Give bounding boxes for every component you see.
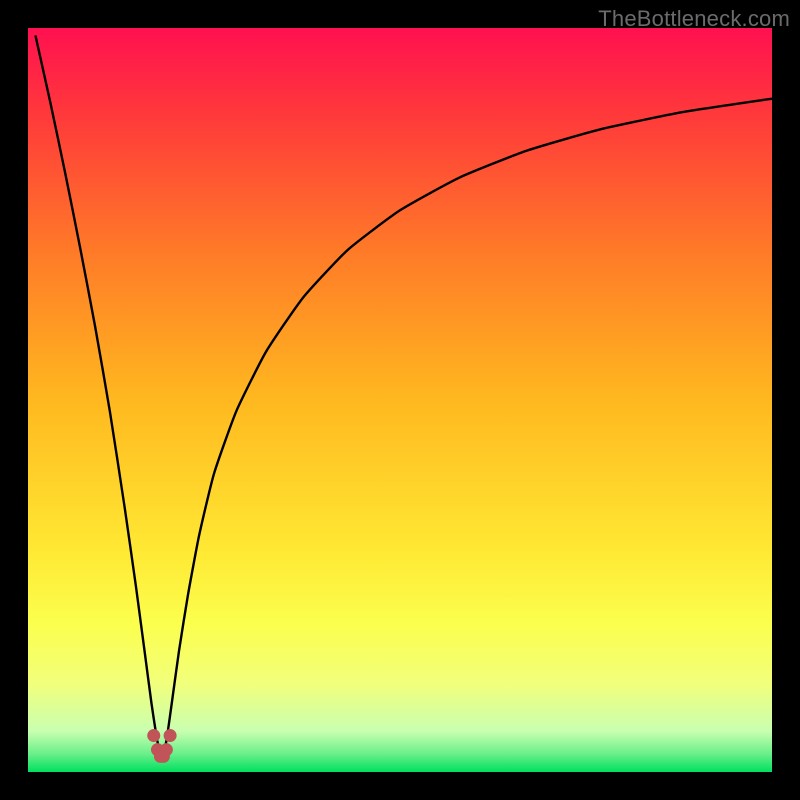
chart-frame: TheBottleneck.com bbox=[0, 0, 800, 800]
notch-marker-dot bbox=[147, 729, 160, 742]
gradient-background bbox=[28, 28, 772, 772]
chart-svg bbox=[28, 28, 772, 772]
watermark-text: TheBottleneck.com bbox=[598, 6, 790, 32]
notch-marker-dot bbox=[160, 743, 173, 756]
notch-marker-dot bbox=[164, 729, 177, 742]
plot-area bbox=[28, 28, 772, 772]
